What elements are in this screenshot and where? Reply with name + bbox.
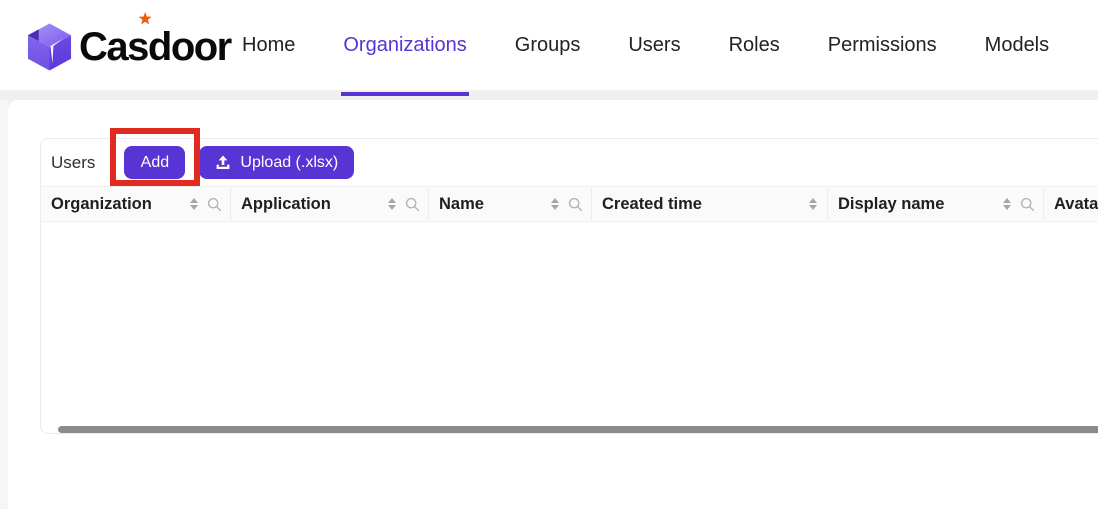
nav-item-label: Roles xyxy=(728,33,780,56)
header-divider-band xyxy=(0,90,1098,100)
caret-down-icon xyxy=(1003,205,1011,210)
cube-icon xyxy=(26,22,73,72)
caret-up-icon xyxy=(809,198,817,203)
caret-down-icon xyxy=(809,205,817,210)
caret-down-icon xyxy=(190,205,198,210)
upload-button-label: Upload (.xlsx) xyxy=(240,153,339,171)
main-nav: Home Organizations Groups Users Roles Permiss… xyxy=(242,0,1049,96)
nav-item-label: Organizations xyxy=(343,33,467,56)
add-button[interactable]: Add xyxy=(124,146,186,179)
column-header-display-name[interactable]: Display name xyxy=(828,187,1044,221)
caret-up-icon xyxy=(1003,198,1011,203)
nav-item-groups[interactable]: Groups xyxy=(515,0,581,90)
nav-item-models[interactable]: Models xyxy=(985,0,1049,90)
search-icon[interactable] xyxy=(207,197,222,212)
column-header-avatar: Avatar xyxy=(1044,187,1098,221)
sort-carets-icon xyxy=(1001,198,1013,210)
horizontal-scrollbar[interactable] xyxy=(58,426,1098,433)
caret-down-icon xyxy=(388,205,396,210)
table-header-row: Organization Application Name Created time D… xyxy=(41,186,1098,222)
search-icon[interactable] xyxy=(1020,197,1035,212)
sort-carets-icon xyxy=(807,198,819,210)
search-icon[interactable] xyxy=(568,197,583,212)
brand-name: Casdoor xyxy=(79,25,232,69)
caret-down-icon xyxy=(551,205,559,210)
page-left-margin xyxy=(0,100,8,509)
caret-up-icon xyxy=(190,198,198,203)
nav-item-label: Home xyxy=(242,33,296,56)
column-header-organization[interactable]: Organization xyxy=(41,187,231,221)
caret-up-icon xyxy=(551,198,559,203)
column-header-created-time[interactable]: Created time xyxy=(592,187,828,221)
caret-up-icon xyxy=(388,198,396,203)
upload-icon xyxy=(215,155,231,171)
column-label: Display name xyxy=(838,194,945,213)
column-label: Avatar xyxy=(1054,194,1098,213)
sort-carets-icon xyxy=(188,198,200,210)
table-body-empty xyxy=(41,222,1098,427)
table-toolbar: Users Add Upload (.xlsx) xyxy=(41,139,1098,186)
nav-item-home[interactable]: Home xyxy=(242,0,295,90)
nav-item-permissions[interactable]: Permissions xyxy=(828,0,937,90)
search-icon[interactable] xyxy=(405,197,420,212)
sort-carets-icon xyxy=(386,198,398,210)
star-icon: ★ xyxy=(138,11,153,28)
nav-item-users[interactable]: Users xyxy=(628,0,680,90)
column-label: Application xyxy=(241,194,331,213)
app-header: Casdoor ★ Home Organizations Groups Users Ro… xyxy=(0,0,1098,96)
sort-carets-icon xyxy=(549,198,561,210)
table-title: Users xyxy=(51,152,96,172)
column-label: Name xyxy=(439,194,484,213)
casdoor-logo[interactable]: Casdoor ★ xyxy=(26,12,232,73)
column-label: Organization xyxy=(51,194,152,213)
nav-item-roles[interactable]: Roles xyxy=(729,0,780,90)
upload-button[interactable]: Upload (.xlsx) xyxy=(199,146,355,179)
nav-item-label: Models xyxy=(984,33,1050,56)
column-header-name[interactable]: Name xyxy=(429,187,592,221)
column-label: Created time xyxy=(602,194,702,213)
nav-item-label: Users xyxy=(628,33,681,56)
active-tab-underline xyxy=(341,92,469,96)
nav-item-label: Permissions xyxy=(827,33,937,56)
column-header-application[interactable]: Application xyxy=(231,187,429,221)
nav-item-label: Groups xyxy=(514,33,581,56)
users-table-card: Users Add Upload (.xlsx) Organization App… xyxy=(40,138,1098,434)
nav-item-organizations[interactable]: Organizations xyxy=(341,0,469,96)
